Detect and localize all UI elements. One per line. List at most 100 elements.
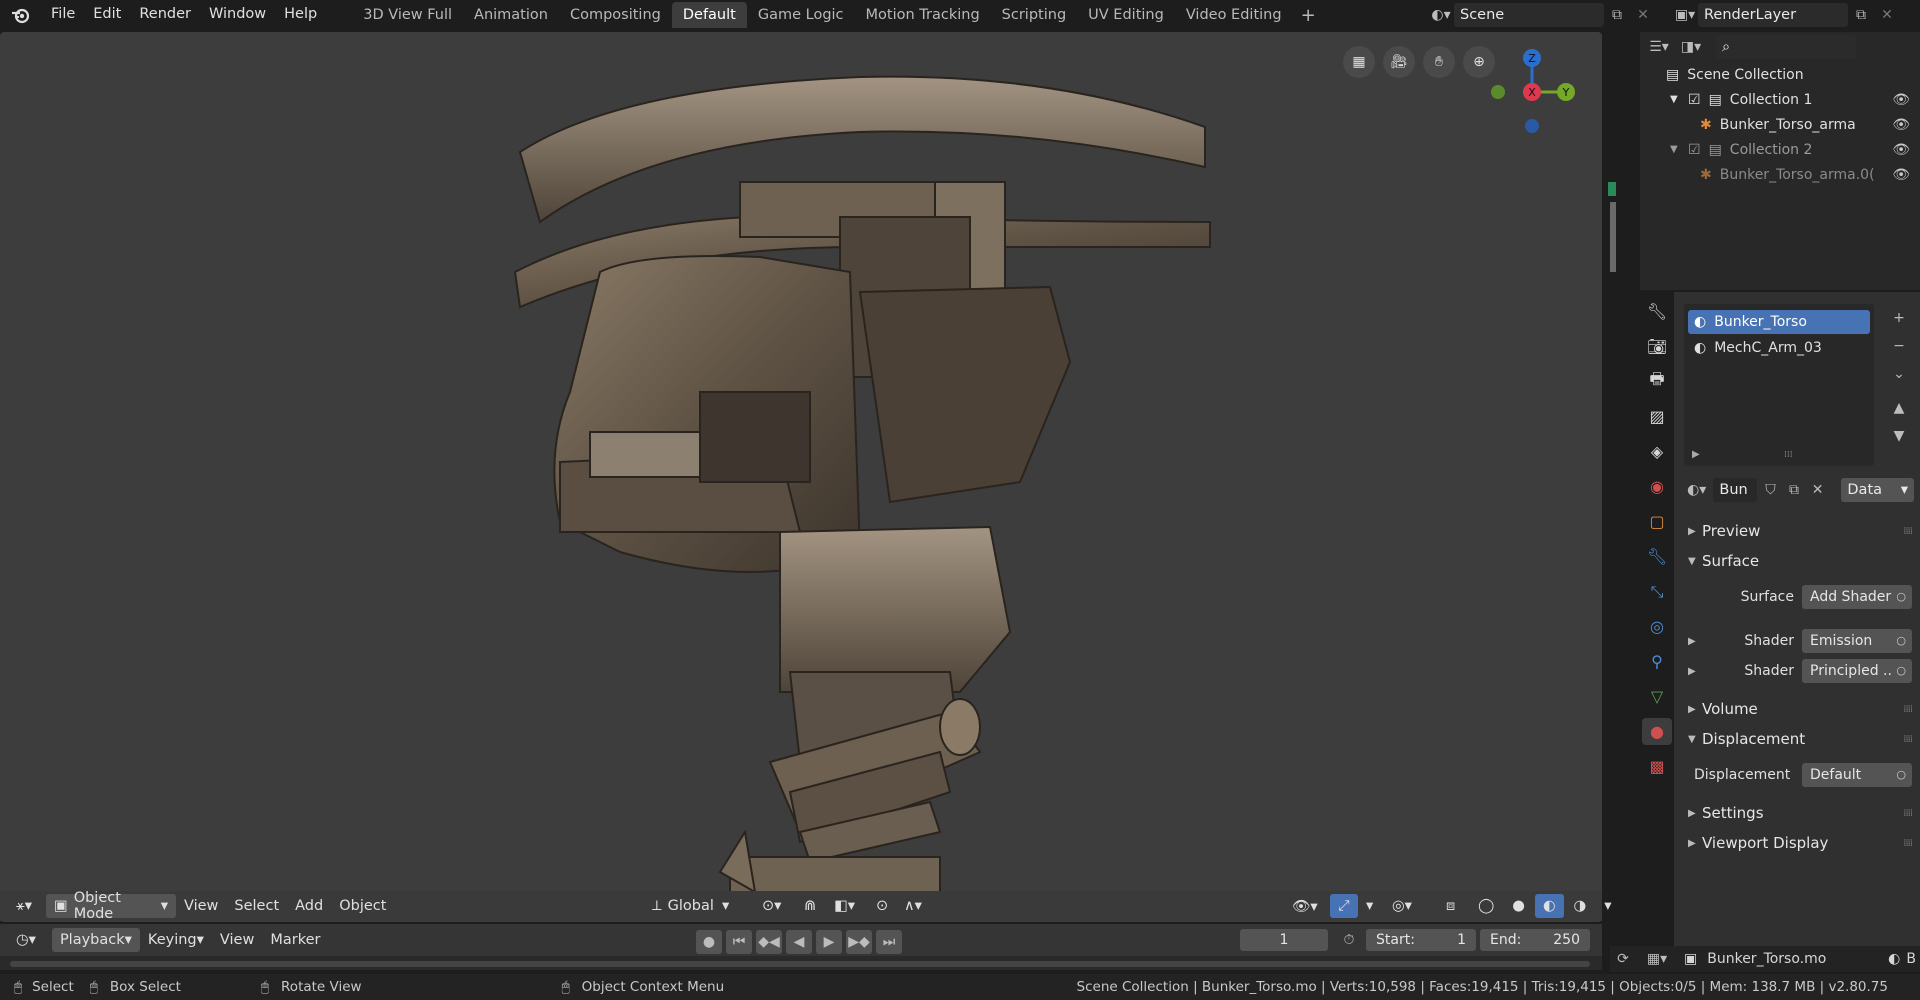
editor-type-icon[interactable]: ⚹▾	[8, 894, 40, 918]
jump-start-icon[interactable]: ⏮	[726, 930, 752, 954]
scene-name-field[interactable]: Scene	[1454, 3, 1604, 27]
material-name-field[interactable]: Bun	[1713, 478, 1757, 502]
eye-icon[interactable]: 👁︎	[1892, 167, 1910, 183]
timeline-menu-view[interactable]: View	[212, 928, 262, 952]
panel-preview[interactable]: ▶ Preview ⁞⁞⁞⁞	[1674, 516, 1920, 546]
timeline-editor-type-icon[interactable]: ◷▾	[8, 928, 44, 952]
material-tab-icon[interactable]: ●	[1642, 718, 1672, 745]
delete-render-layer-icon[interactable]: ✕	[1874, 3, 1900, 27]
shading-options-icon[interactable]: ▾	[1596, 894, 1619, 918]
displacement-field[interactable]: Default ○	[1802, 763, 1912, 787]
render-layer-field[interactable]: RenderLayer	[1698, 3, 1848, 27]
slot-specials-icon[interactable]: ⌄	[1888, 362, 1910, 386]
outliner-editor-type-icon[interactable]: ☰▾	[1646, 35, 1672, 59]
menu-select[interactable]: Select	[226, 894, 287, 918]
3d-viewport[interactable]: ▦ 🎥︎ ✋︎ ⊕ Z X Y	[0, 32, 1602, 922]
mech-model[interactable]	[0, 32, 1602, 922]
keying-menu[interactable]: Keying ▾	[140, 928, 212, 952]
surface-shader-field[interactable]: Add Shader ○	[1802, 585, 1912, 609]
view-layer-tab-icon[interactable]: ▨	[1642, 403, 1672, 430]
visibility-icon[interactable]: 👁︎▾	[1284, 894, 1326, 918]
menu-help[interactable]: Help	[275, 0, 326, 30]
panel-surface[interactable]: ▼ Surface	[1674, 546, 1920, 576]
pan-hand-icon[interactable]: ✋︎	[1423, 46, 1455, 78]
fake-user-shield-icon[interactable]: ⛉	[1761, 478, 1781, 502]
playback-menu[interactable]: Playback ▾	[51, 928, 140, 952]
tab-game-logic[interactable]: Game Logic	[747, 2, 855, 28]
play-reverse-icon[interactable]: ◀	[786, 930, 812, 954]
wireframe-shading-icon[interactable]: ◯	[1470, 894, 1502, 918]
unlink-material-icon[interactable]: ✕	[1808, 478, 1828, 502]
shader-2-field[interactable]: Principled .. ○	[1802, 659, 1912, 683]
menu-render[interactable]: Render	[130, 0, 200, 30]
texture-tab-icon[interactable]: ▩	[1642, 753, 1672, 780]
eye-icon[interactable]: 👁︎	[1892, 142, 1910, 158]
orientation-dropdown[interactable]: ⟂ Global ▾	[644, 894, 737, 918]
scene-tab-icon[interactable]: ◈	[1642, 438, 1672, 465]
prev-keyframe-icon[interactable]: ◆◀	[756, 930, 782, 954]
gizmo-dropdown-icon[interactable]: ▾	[1358, 894, 1381, 918]
add-workspace-button[interactable]: +	[1293, 5, 1324, 26]
menu-object[interactable]: Object	[331, 894, 394, 918]
timeline-menu-marker[interactable]: Marker	[262, 928, 328, 952]
material-browse-icon[interactable]: ◐▾	[1684, 478, 1709, 502]
record-icon[interactable]: ●	[696, 930, 722, 954]
menu-edit[interactable]: Edit	[84, 0, 130, 30]
expand-arrow-icon[interactable]: ▼	[1670, 144, 1688, 155]
jump-end-icon[interactable]: ⏭	[876, 930, 902, 954]
snap-target-icon[interactable]: ◧▾	[826, 894, 863, 918]
properties-editor-type-icon[interactable]: ▦▾	[1644, 947, 1670, 971]
panel-settings[interactable]: ▶ Settings ⁞⁞⁞⁞	[1674, 798, 1920, 828]
object-tab-icon[interactable]: ▢	[1642, 508, 1672, 535]
navigation-gizmo[interactable]: Z X Y	[1478, 44, 1578, 144]
add-slot-icon[interactable]: +	[1888, 306, 1910, 330]
proportional-edit-icon[interactable]: ⊙	[868, 894, 896, 918]
mode-dropdown[interactable]: ▣ Object Mode ▾	[45, 890, 176, 922]
remove-slot-icon[interactable]: −	[1888, 334, 1910, 358]
new-scene-icon[interactable]: ⧉	[1604, 3, 1630, 27]
physics-tab-icon[interactable]: ◎	[1642, 613, 1672, 640]
drag-grip-icon[interactable]: ⁞⁞⁞⁞	[1903, 526, 1913, 537]
new-render-layer-icon[interactable]: ⧉	[1848, 3, 1874, 27]
shader-1-field[interactable]: Emission ○	[1802, 629, 1912, 653]
drag-grip-icon[interactable]: ⁞⁞⁞⁞	[1903, 704, 1913, 715]
play-icon[interactable]: ▶	[816, 930, 842, 954]
camera-view-icon[interactable]: 🎥︎	[1383, 46, 1415, 78]
tab-3d-view-full[interactable]: 3D View Full	[352, 2, 463, 28]
toggle-camera-grid-icon[interactable]: ▦	[1343, 46, 1375, 78]
drag-grip-icon[interactable]: ⁞⁞⁞⁞	[1903, 838, 1913, 849]
outliner-row-collection-2[interactable]: ▼ ☑ ▤ Collection 2 👁︎	[1640, 137, 1920, 162]
scene-selector-icon[interactable]: ◐▾	[1428, 3, 1454, 27]
menu-window[interactable]: Window	[200, 0, 275, 30]
render-tab-icon[interactable]: 📷︎	[1642, 333, 1672, 360]
drag-grip-icon[interactable]: ⁞⁞⁞⁞	[1903, 734, 1913, 745]
expand-arrow-icon[interactable]: ▶	[1688, 636, 1696, 647]
start-frame-field[interactable]: Start: 1	[1366, 929, 1476, 951]
output-tab-icon[interactable]: 🖶	[1642, 368, 1672, 395]
next-keyframe-icon[interactable]: ▶◆	[846, 930, 872, 954]
overlays-icon[interactable]: ◎▾	[1384, 894, 1420, 918]
move-slot-down-icon[interactable]: ▼	[1888, 424, 1910, 448]
snap-icon[interactable]: ⋒	[796, 894, 824, 918]
pivot-icon[interactable]: ⊙▾	[754, 894, 789, 918]
falloff-icon[interactable]: ∧▾	[896, 894, 930, 918]
rendered-shading-icon[interactable]: ◑	[1566, 894, 1595, 918]
eye-icon[interactable]: 👁︎	[1892, 117, 1910, 133]
move-slot-up-icon[interactable]: ▲	[1888, 396, 1910, 420]
timeline-scrollbar[interactable]	[10, 961, 1590, 967]
expand-arrow-icon[interactable]: ▼	[1670, 94, 1688, 105]
preview-range-icon[interactable]: ⏱	[1336, 928, 1362, 952]
checkbox-icon[interactable]: ☑	[1688, 92, 1701, 108]
render-layer-selector-icon[interactable]: ▣▾	[1672, 3, 1698, 27]
menu-file[interactable]: File	[42, 0, 84, 30]
blender-logo-icon[interactable]	[0, 0, 42, 30]
tool-tab-icon[interactable]: 🔧︎	[1642, 298, 1672, 325]
material-slot-item[interactable]: ◐ MechC_Arm_03	[1688, 336, 1870, 360]
current-frame-field[interactable]: 1	[1240, 929, 1328, 951]
panel-volume[interactable]: ▶ Volume ⁞⁞⁞⁞	[1674, 694, 1920, 724]
display-mode-icon[interactable]: ◨▾	[1678, 35, 1704, 59]
tab-animation[interactable]: Animation	[463, 2, 559, 28]
vertical-scrollbar[interactable]	[1610, 202, 1616, 272]
expand-arrow-icon[interactable]: ▶	[1688, 666, 1696, 677]
checkbox-icon[interactable]: ☑	[1688, 142, 1701, 158]
